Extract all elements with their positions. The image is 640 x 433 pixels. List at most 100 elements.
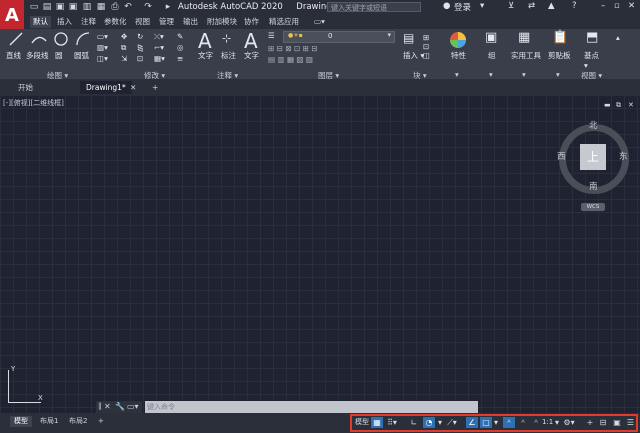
text-button[interactable]: 文字 [198, 50, 213, 61]
command-recent-icon[interactable]: ▭▾ [127, 402, 139, 411]
object-snap-dropdown-icon[interactable]: ▾ [492, 417, 500, 428]
isodraft-icon[interactable]: ⟋▾ [446, 417, 458, 428]
cart-icon[interactable]: ⊻ [508, 1, 514, 11]
layer-properties-icon[interactable]: ☰ [268, 31, 275, 40]
gradient-icon[interactable]: ◫▾ [97, 54, 108, 63]
utilities-button[interactable]: 实用工具 [511, 50, 541, 61]
object-snap-tracking-icon[interactable]: ∠ [466, 417, 478, 428]
scale-dropdown-icon[interactable]: ▾ [553, 417, 561, 428]
share-icon[interactable]: ▸ [163, 2, 173, 12]
utilities-dropdown-icon[interactable]: ▾ [522, 70, 526, 79]
command-close-icon[interactable]: ✕ [104, 402, 111, 411]
ribbon-options-icon[interactable]: ▭▾ [311, 16, 328, 28]
tab-annotate[interactable]: 注释 [78, 16, 99, 28]
hatch-icon[interactable]: ▨▾ [97, 43, 108, 52]
add-layout-icon[interactable]: + [94, 416, 108, 427]
save-icon[interactable]: ▣ [55, 2, 65, 12]
exchange-icon[interactable]: ⇄ [528, 1, 535, 11]
viewcube-top-face[interactable]: 上 [580, 144, 606, 170]
offset-icon[interactable]: ≡ [177, 54, 183, 63]
viewport-controls-label[interactable]: [-][俯视][二维线框] [3, 98, 64, 108]
copy-icon[interactable]: ⧉ [121, 43, 126, 53]
units-icon[interactable]: ⊟ [597, 417, 609, 428]
help-button[interactable]: ? [572, 1, 577, 11]
clipboard-dropdown-icon[interactable]: ▾ [556, 70, 560, 79]
tab-manage[interactable]: 管理 [156, 16, 177, 28]
polar-dropdown-icon[interactable]: ▾ [436, 417, 444, 428]
object-snap-icon[interactable]: ▢ [480, 417, 492, 428]
tab-layout2[interactable]: 布局2 [65, 416, 91, 427]
print-icon[interactable]: ⎙ [110, 2, 120, 12]
close-icon[interactable]: ✕ [628, 1, 635, 11]
login-button[interactable]: 登录 [454, 1, 471, 13]
groups-dropdown-icon[interactable]: ▾ [489, 70, 493, 79]
ortho-icon[interactable]: ∟ [408, 417, 420, 428]
viewport-close-icon[interactable]: ✕ [628, 101, 634, 109]
tab-insert[interactable]: 插入 [54, 16, 75, 28]
group-button[interactable]: 组 [488, 50, 496, 61]
text-style-button[interactable]: 文字 [244, 50, 259, 61]
redo-icon[interactable]: ↷ [143, 2, 153, 12]
tab-featured-apps[interactable]: 精选应用 [266, 16, 302, 28]
annotation-monitor-icon[interactable]: + [585, 417, 595, 428]
block-tools-icon[interactable]: ⊞ ⊡ ◫ [423, 33, 430, 60]
tab-addins[interactable]: 附加模块 [204, 16, 240, 28]
command-input[interactable]: 键入命令 [145, 401, 478, 413]
tab-view[interactable]: 视图 [132, 16, 153, 28]
ribbon-more-icon[interactable]: ▴ [616, 33, 620, 42]
wcs-menu[interactable]: WCS [581, 203, 605, 211]
array-icon[interactable]: ▦▾ [154, 54, 165, 63]
autocad-logo[interactable]: A [0, 0, 24, 31]
web-open-icon[interactable]: ▥ [82, 2, 92, 12]
polyline-button[interactable]: 多段线 [26, 50, 49, 61]
viewcube-north[interactable]: 北 [589, 119, 598, 131]
rectangle-icon[interactable]: ▭▾ [97, 32, 108, 41]
layer-dropdown[interactable]: ●☀▪ 0 ▾ [283, 31, 395, 43]
trim-icon[interactable]: ⤫▾ [154, 32, 164, 42]
explode-icon[interactable]: ◎ [177, 43, 184, 52]
tab-start[interactable]: 开始 [12, 81, 39, 94]
mirror-icon[interactable]: ⧎ [137, 43, 143, 52]
undo-icon[interactable]: ↶ [123, 2, 133, 12]
annotation-scale-icon[interactable]: ᴬ [530, 417, 542, 428]
erase-icon[interactable]: ✎ [177, 32, 183, 41]
workspace-gear-icon[interactable]: ⚙▾ [563, 417, 575, 428]
annotation-visibility-icon[interactable]: ᴬ [503, 417, 515, 428]
login-dropdown-icon[interactable]: ▾ [480, 1, 484, 11]
drawing-canvas[interactable] [0, 95, 640, 413]
base-button[interactable]: 基点 ▾ [584, 50, 599, 70]
dimension-button[interactable]: 标注 [221, 50, 236, 61]
open-file-icon[interactable]: ▤ [42, 2, 52, 12]
rotate-icon[interactable]: ↻ [137, 32, 143, 41]
new-file-icon[interactable]: ▭ [29, 2, 39, 12]
grid-icon[interactable]: ▦ [371, 417, 383, 428]
fillet-icon[interactable]: ⌐▾ [154, 43, 164, 52]
tab-collaborate[interactable]: 协作 [241, 16, 262, 28]
properties-button[interactable]: 特性 [451, 50, 466, 61]
close-tab-icon[interactable]: ✕ [130, 81, 136, 94]
plot-icon[interactable]: ▦ [96, 2, 106, 12]
save-as-icon[interactable]: ▣ [68, 2, 78, 12]
new-tab-icon[interactable]: + [152, 81, 158, 94]
line-button[interactable]: 直线 [6, 50, 21, 61]
tab-parametric[interactable]: 参数化 [101, 16, 130, 28]
snap-icon[interactable]: ⠿▾ [386, 417, 398, 428]
command-customize-icon[interactable]: 🔧 [115, 402, 125, 411]
arc-button[interactable]: 圆弧 [74, 50, 89, 61]
clipboard-button[interactable]: 剪贴板 [548, 50, 571, 61]
auto-scale-icon[interactable]: ᴬ [517, 417, 529, 428]
polar-tracking-icon[interactable]: ◔ [423, 417, 435, 428]
layer-state-icon[interactable]: ▤ ▥ ▦ ▧ ▨ [268, 55, 313, 64]
viewport-restore-icon[interactable]: ⧉ [616, 101, 621, 110]
layer-tools-icon[interactable]: ⊞ ⊟ ⊠ ⊡ ⊞ ⊟ [268, 44, 318, 53]
viewcube-west[interactable]: 西 [557, 150, 566, 162]
circle-button[interactable]: 圆 [55, 50, 63, 61]
tab-layout1[interactable]: 布局1 [36, 416, 62, 427]
minimize-icon[interactable]: – [601, 1, 605, 11]
customize-menu-icon[interactable]: ☰ [625, 417, 636, 428]
isolate-objects-icon[interactable]: ▣ [611, 417, 623, 428]
tab-output[interactable]: 输出 [180, 16, 201, 28]
viewcube-south[interactable]: 南 [589, 180, 598, 192]
scale-icon[interactable]: ⊡ [137, 54, 143, 63]
search-input[interactable]: 键入关键字或短语 [327, 2, 421, 12]
